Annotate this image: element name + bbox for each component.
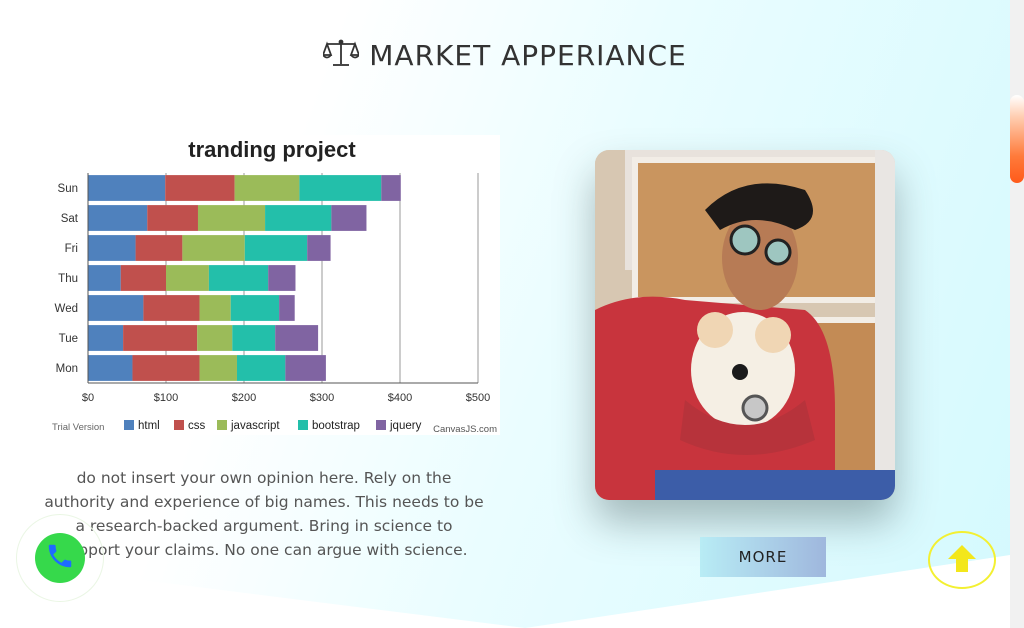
chart-bar-segment bbox=[88, 355, 133, 381]
chart-x-tick-label: $100 bbox=[154, 392, 178, 404]
chart-bar-segment bbox=[199, 355, 237, 381]
chart-legend-swatch bbox=[298, 420, 308, 430]
chart-bar-segment bbox=[88, 265, 121, 291]
chart-bar-segment bbox=[197, 205, 266, 231]
chart-bar-segment bbox=[331, 205, 367, 231]
chart-bar-segment bbox=[88, 175, 166, 201]
chart-bar-segment bbox=[88, 325, 124, 351]
chart-y-tick-label: Thu bbox=[58, 273, 78, 285]
chart-bar-segment bbox=[307, 235, 331, 261]
chart-y-tick-label: Mon bbox=[56, 363, 78, 375]
chart-bar-segment bbox=[123, 325, 198, 351]
chart-bar-segment bbox=[147, 205, 198, 231]
chart-x-tick-label: $500 bbox=[466, 392, 490, 404]
chart-legend-label: html bbox=[138, 420, 160, 432]
chart-trial-watermark: Trial Version bbox=[52, 422, 104, 433]
more-button[interactable]: MORE bbox=[700, 537, 826, 577]
chart-legend-label: css bbox=[188, 420, 206, 432]
chart-title: tranding project bbox=[188, 137, 356, 162]
chart-y-tick-label: Sun bbox=[58, 183, 78, 195]
chart-bar-segment bbox=[132, 355, 200, 381]
chart-legend-swatch bbox=[376, 420, 386, 430]
chart-bar-segment bbox=[165, 175, 235, 201]
chart-svg: $0 $100 $200 $300 $400 $500 Sun Sat Fri Thu Wed Tue… bbox=[52, 173, 497, 435]
chart-y-tick-label: Tue bbox=[59, 333, 78, 345]
chart-bar-segment bbox=[143, 295, 200, 321]
profile-photo bbox=[595, 150, 895, 500]
chart-brand-watermark: CanvasJS.com bbox=[433, 424, 497, 435]
chart-legend-swatch bbox=[124, 420, 134, 430]
chart-bar-segment bbox=[244, 235, 308, 261]
chart-bar-segment bbox=[208, 265, 269, 291]
chart-legend-label: jquery bbox=[389, 420, 422, 432]
section-header: MARKET APPERIANCE bbox=[0, 38, 1010, 72]
chart-bar-segment bbox=[197, 325, 233, 351]
call-button[interactable] bbox=[16, 514, 104, 602]
chart-bar-segment bbox=[265, 205, 332, 231]
chart-bar-segment bbox=[236, 355, 286, 381]
chart-bar-segment bbox=[279, 295, 295, 321]
scrollbar-track[interactable] bbox=[1010, 0, 1024, 628]
stacked-bar-chart: tranding project $0 $100 $200 $300 $400 $500 S… bbox=[44, 135, 500, 435]
phone-icon bbox=[45, 541, 75, 575]
chart-bar-segment bbox=[135, 235, 183, 261]
arrow-up-icon bbox=[945, 542, 979, 578]
chart-bar-segment bbox=[88, 205, 148, 231]
chart-y-tick-label: Wed bbox=[55, 303, 78, 315]
chart-bar-segment bbox=[381, 175, 401, 201]
chart-bar-segment bbox=[232, 325, 276, 351]
chart-bar-segment bbox=[299, 175, 382, 201]
chart-x-tick-label: $0 bbox=[82, 392, 94, 404]
chart-legend-swatch bbox=[217, 420, 227, 430]
chart-bar-segment bbox=[268, 265, 296, 291]
chart-bar-segment bbox=[285, 355, 326, 381]
chart-bar-segment bbox=[234, 175, 300, 201]
chart-bar-segment bbox=[120, 265, 166, 291]
chart-x-tick-label: $200 bbox=[232, 392, 256, 404]
chart-legend-swatch bbox=[174, 420, 184, 430]
chart-y-tick-label: Fri bbox=[65, 243, 78, 255]
chart-y-tick-label: Sat bbox=[61, 213, 79, 225]
chart-x-tick-label: $300 bbox=[310, 392, 334, 404]
chart-bar-segment bbox=[230, 295, 280, 321]
chart-x-tick-label: $400 bbox=[388, 392, 412, 404]
chart-legend-label: javascript bbox=[230, 420, 280, 432]
chart-bar-segment bbox=[88, 295, 144, 321]
section-title: MARKET APPERIANCE bbox=[369, 38, 687, 72]
section-description: do not insert your own opinion here. Rel… bbox=[44, 469, 484, 559]
call-button-circle[interactable] bbox=[35, 533, 85, 583]
balance-scale-icon bbox=[321, 38, 361, 72]
chart-bar-segment bbox=[182, 235, 245, 261]
scrollbar-thumb[interactable] bbox=[1010, 95, 1024, 183]
chart-bar-segment bbox=[166, 265, 209, 291]
chart-bar-segment bbox=[275, 325, 319, 351]
scroll-top-button[interactable] bbox=[928, 531, 996, 589]
chart-legend-label: bootstrap bbox=[312, 420, 360, 432]
chart-bar-segment bbox=[199, 295, 231, 321]
chart-bar-segment bbox=[88, 235, 136, 261]
